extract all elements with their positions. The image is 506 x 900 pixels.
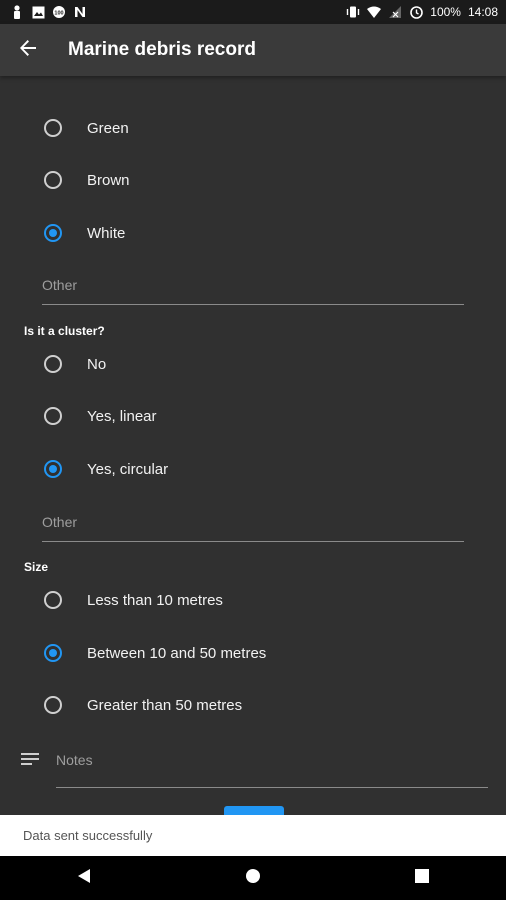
radio-option-white[interactable]: White	[0, 207, 506, 259]
radio-label: White	[87, 224, 126, 242]
radio-button[interactable]	[44, 119, 62, 137]
radio-option-brown[interactable]: Brown	[0, 154, 506, 206]
circle-home-icon	[245, 868, 261, 889]
snackbar: Data sent successfully	[0, 815, 506, 856]
radio-button[interactable]	[44, 171, 62, 189]
radio-label: Between 10 and 50 metres	[87, 644, 267, 662]
status-bar-right: 100% 14:08	[346, 5, 498, 19]
radio-button[interactable]	[44, 591, 62, 609]
radio-button-selected[interactable]	[44, 460, 62, 478]
radio-option-no[interactable]: No	[0, 338, 506, 390]
notes-input[interactable]: Notes	[56, 740, 488, 788]
radio-button[interactable]	[44, 696, 62, 714]
radio-option-yes-linear[interactable]: Yes, linear	[0, 390, 506, 442]
radio-option-greater-than-50[interactable]: Greater than 50 metres	[0, 679, 506, 731]
size-label: Size	[24, 560, 49, 574]
person-icon	[10, 5, 24, 19]
nav-recents-button[interactable]	[392, 856, 452, 900]
radio-label: Greater than 50 metres	[87, 696, 243, 714]
input-placeholder: Notes	[56, 752, 93, 768]
radio-label: No	[87, 355, 107, 373]
no-signal-icon	[388, 5, 402, 19]
snackbar-message: Data sent successfully	[23, 828, 153, 843]
svg-text:100: 100	[54, 10, 63, 16]
vibrate-icon	[346, 5, 360, 19]
nav-home-button[interactable]	[223, 856, 283, 900]
radio-option-between-10-50[interactable]: Between 10 and 50 metres	[0, 627, 506, 679]
radio-button[interactable]	[44, 355, 62, 373]
radio-label: Brown	[87, 171, 130, 189]
radio-option-yes-circular[interactable]: Yes, circular	[0, 443, 506, 495]
radio-label: Green	[87, 119, 129, 137]
status-bar: 100 100% 14:08	[0, 0, 506, 24]
square-recents-icon	[414, 868, 429, 888]
radio-button-selected[interactable]	[44, 644, 62, 662]
form-content: Green Brown White Other Is it a cluster?…	[0, 76, 506, 816]
system-nav-bar	[0, 856, 506, 900]
sync-badge-icon: 100	[52, 5, 66, 19]
wifi-icon	[367, 5, 382, 19]
status-time: 14:08	[467, 5, 498, 19]
input-placeholder: Other	[42, 514, 78, 530]
battery-level: 100%	[430, 5, 461, 19]
page-title: Marine debris record	[68, 39, 256, 60]
arrow-back-icon	[19, 39, 37, 62]
image-icon	[31, 5, 45, 19]
radio-option-less-than-10[interactable]: Less than 10 metres	[0, 574, 506, 626]
alarm-icon	[409, 5, 423, 19]
radio-option-green[interactable]: Green	[0, 102, 506, 154]
notes-icon	[21, 752, 39, 766]
triangle-back-icon	[77, 868, 91, 889]
cluster-question-label: Is it a cluster?	[24, 324, 105, 338]
nav-back-button[interactable]	[54, 856, 114, 900]
radio-label: Yes, circular	[87, 460, 169, 478]
back-button[interactable]	[2, 24, 54, 76]
status-bar-left: 100	[10, 5, 87, 19]
radio-label: Less than 10 metres	[87, 591, 223, 609]
other-colour-input[interactable]: Other	[42, 265, 464, 305]
n-icon	[73, 5, 87, 19]
radio-button-selected[interactable]	[44, 224, 62, 242]
other-cluster-input[interactable]: Other	[42, 502, 464, 542]
app-bar: Marine debris record	[0, 24, 506, 76]
radio-label: Yes, linear	[87, 407, 157, 425]
radio-button[interactable]	[44, 407, 62, 425]
input-placeholder: Other	[42, 277, 78, 293]
